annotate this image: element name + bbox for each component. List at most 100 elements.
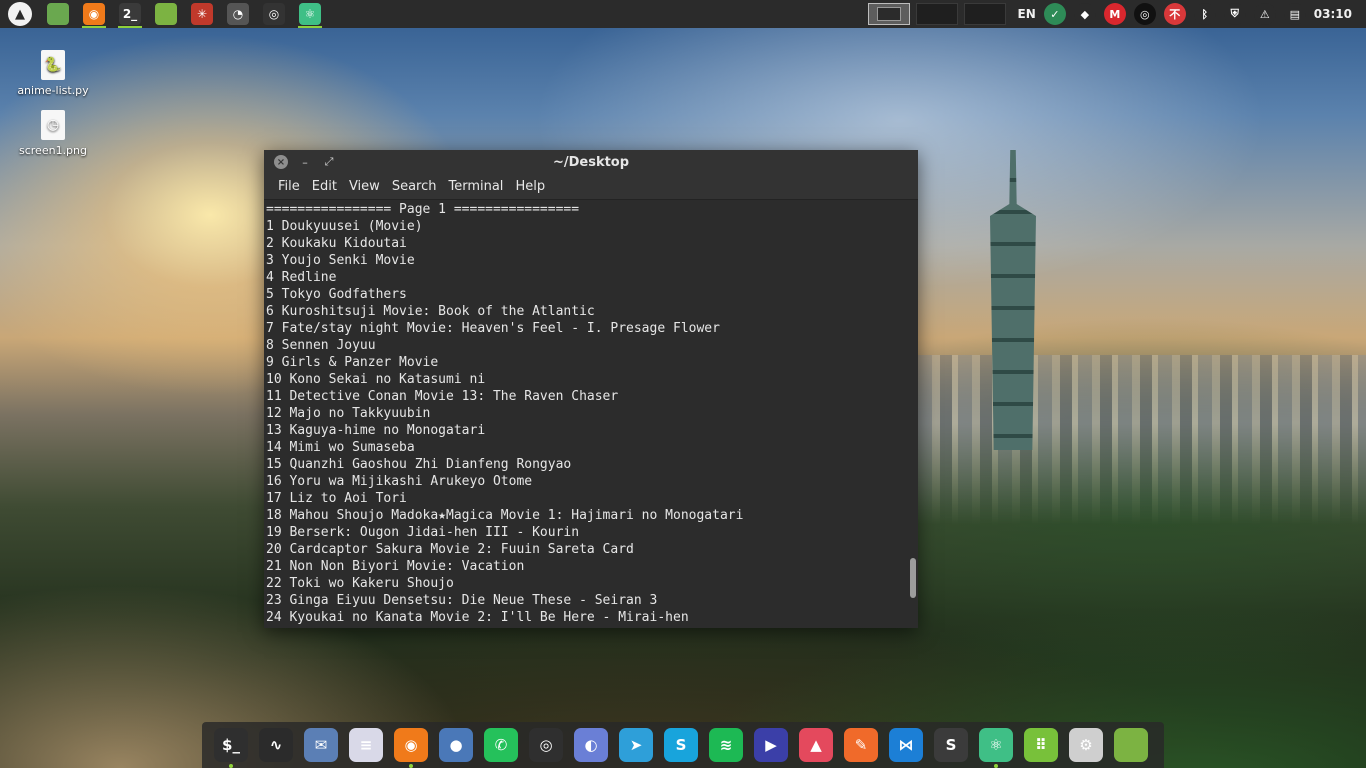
panel-launcher-obs[interactable]: ◎ — [260, 0, 288, 28]
notification-icon[interactable]: ⚠ — [1253, 3, 1276, 25]
terminal-line: 1 Doukyuusei (Movie) — [266, 219, 423, 234]
terminal-line: 19 Berserk: Ougon Jidai-hen III - Kourin — [266, 525, 580, 540]
app-launcher-button[interactable]: ▲ — [6, 0, 34, 28]
wallpaper-city — [918, 355, 1366, 525]
terminal-line: 17 Liz to Aoi Tori — [266, 491, 407, 506]
dock-obs-icon[interactable]: ◎ — [529, 728, 563, 762]
menu-terminal[interactable]: Terminal — [442, 179, 509, 194]
terminal-line: ================ Page 1 ================ — [266, 202, 580, 217]
workspace-1[interactable] — [868, 3, 910, 25]
menu-edit[interactable]: Edit — [306, 179, 343, 194]
terminal-line: 9 Girls & Panzer Movie — [266, 355, 439, 370]
terminal-line: 24 Kyoukai no Kanata Movie 2: I'll Be He… — [266, 610, 689, 625]
maximize-icon[interactable]: ⤢ — [322, 155, 336, 169]
workspace-3[interactable] — [964, 3, 1006, 25]
panel-launcher-web-spider[interactable]: ✳ — [188, 0, 216, 28]
menu-view[interactable]: View — [343, 179, 386, 194]
close-icon[interactable]: × — [274, 155, 288, 169]
panel-launcher-terminal[interactable]: 2_ — [116, 0, 144, 28]
terminal-line: 8 Sennen Joyuu — [266, 338, 376, 353]
dock-settings-icon[interactable]: ⚙ — [1069, 728, 1103, 762]
app-red-icon[interactable]: 不 — [1163, 3, 1186, 25]
dock-apps-grid-icon[interactable]: ⠿ — [1024, 728, 1058, 762]
dock-atom-icon[interactable]: ⚛ — [979, 728, 1013, 768]
clipboard-icon[interactable]: ▤ — [1283, 3, 1306, 25]
terminal-line: 21 Non Non Biyori Movie: Vacation — [266, 559, 525, 574]
dock-system-monitor-icon[interactable]: ∿ — [259, 728, 293, 762]
dock-mail-icon[interactable]: ✉ — [304, 728, 338, 762]
scrollbar-thumb[interactable] — [910, 558, 916, 598]
dock-firefox-icon[interactable]: ◉ — [394, 728, 428, 768]
panel-task-icons: ◉ 2_ ✳ ◔ ◎ ⚛ — [44, 0, 324, 28]
panel-launcher-show-desktop[interactable] — [44, 0, 72, 28]
panel-launcher-firefox[interactable]: ◉ — [80, 0, 108, 28]
dock-drawing-icon[interactable]: ✎ — [844, 728, 878, 762]
obs-tray-icon[interactable]: ◎ — [1133, 3, 1156, 25]
terminal-line: 22 Toki wo Kakeru Shoujo — [266, 576, 454, 591]
dock-discord-icon[interactable]: ◐ — [574, 728, 608, 762]
dock-terminal-icon[interactable]: $_ — [214, 728, 248, 768]
system-tray: EN ✓ ◆ M ◎ 不 ᛒ ⛨ ⚠ ▤ 03:10 — [1018, 0, 1352, 28]
terminal-line: 6 Kuroshitsuji Movie: Book of the Atlant… — [266, 304, 595, 319]
menu-help[interactable]: Help — [509, 179, 551, 194]
dropbox-icon[interactable]: ◆ — [1073, 3, 1096, 25]
panel-launcher-files[interactable] — [152, 0, 180, 28]
terminal-line: 18 Mahou Shoujo Madoka★Magica Movie 1: H… — [266, 508, 744, 523]
terminal-line: 7 Fate/stay night Movie: Heaven's Feel -… — [266, 321, 720, 336]
panel-launcher-atom[interactable]: ⚛ — [296, 0, 324, 28]
terminal-line: 4 Redline — [266, 270, 337, 285]
dock-telegram-icon[interactable]: ➤ — [619, 728, 653, 762]
menu-search[interactable]: Search — [386, 179, 443, 194]
atom-icon: ⚛ — [299, 3, 321, 25]
minimize-icon[interactable]: – — [298, 155, 312, 169]
dock-skype-icon[interactable]: S — [664, 728, 698, 762]
terminal-line: 5 Tokyo Godfathers — [266, 287, 407, 302]
show-desktop-icon — [47, 3, 69, 25]
dock-text-editor-icon[interactable]: ≡ — [349, 728, 383, 762]
dock-vscode-icon[interactable]: ⋈ — [889, 728, 923, 762]
desktop-icon-label: screen1.png — [19, 144, 87, 157]
workspace-2[interactable] — [916, 3, 958, 25]
obs-icon: ◎ — [263, 3, 285, 25]
files-icon — [155, 3, 177, 25]
panel-launcher-ghost[interactable]: ◔ — [224, 0, 252, 28]
window-title: ~/Desktop — [552, 154, 630, 170]
wallpaper-tower — [990, 150, 1036, 450]
network-check-icon[interactable]: ✓ — [1043, 3, 1066, 25]
shield-icon[interactable]: ⛨ — [1223, 3, 1246, 25]
dock-media-player-icon[interactable]: ▶ — [754, 728, 788, 762]
dock-image-viewer-icon[interactable]: ▲ — [799, 728, 833, 762]
dock-files-icon[interactable] — [1114, 728, 1148, 762]
python-file-icon: 🐍 — [41, 50, 65, 80]
terminal-output[interactable]: ================ Page 1 ================… — [264, 200, 918, 628]
desktop-icon-screen1[interactable]: ◷ screen1.png — [8, 110, 98, 157]
ghost-icon: ◔ — [227, 3, 249, 25]
bluetooth-icon[interactable]: ᛒ — [1193, 3, 1216, 25]
terminal-line: 2 Koukaku Kidoutai — [266, 236, 407, 251]
terminal-line: 10 Kono Sekai no Katasumi ni — [266, 372, 486, 387]
dock-chromium-icon[interactable]: ● — [439, 728, 473, 762]
terminal-line: 13 Kaguya-hime no Monogatari — [266, 423, 486, 438]
top-panel: ▲ ◉ 2_ ✳ ◔ ◎ ⚛ EN ✓ ◆ M ◎ 不 ᛒ ⛨ ⚠ ▤ 03:10 — [0, 0, 1366, 28]
menu-file[interactable]: File — [272, 179, 306, 194]
keyboard-layout-indicator[interactable]: EN — [1018, 7, 1036, 21]
terminal-line: 12 Majo no Takkyuubin — [266, 406, 431, 421]
terminal-line: 20 Cardcaptor Sakura Movie 2: Fuuin Sare… — [266, 542, 634, 557]
terminal-scrollbar[interactable] — [910, 202, 916, 626]
dock-spotify-icon[interactable]: ≋ — [709, 728, 743, 762]
terminal-line: 11 Detective Conan Movie 13: The Raven C… — [266, 389, 619, 404]
terminal-line: 3 Youjo Senki Movie — [266, 253, 415, 268]
terminal-line: 16 Yoru wa Mijikashi Arukeyo Otome — [266, 474, 533, 489]
dock-whatsapp-icon[interactable]: ✆ — [484, 728, 518, 762]
desktop-icon-anime-list[interactable]: 🐍 anime-list.py — [8, 50, 98, 97]
terminal-line: 23 Ginga Eiyuu Densetsu: Die Neue These … — [266, 593, 658, 608]
web-spider-icon: ✳ — [191, 3, 213, 25]
clock[interactable]: 03:10 — [1314, 7, 1352, 21]
dock-sublime-icon[interactable]: S — [934, 728, 968, 762]
firefox-icon: ◉ — [83, 3, 105, 25]
terminal-icon: 2_ — [119, 3, 141, 25]
terminal-window: × – ⤢ ~/Desktop File Edit View Search Termin… — [264, 150, 918, 628]
window-titlebar[interactable]: × – ⤢ ~/Desktop — [264, 150, 918, 174]
mega-icon[interactable]: M — [1103, 3, 1126, 25]
terminal-menubar: File Edit View Search Terminal Help — [264, 174, 918, 200]
